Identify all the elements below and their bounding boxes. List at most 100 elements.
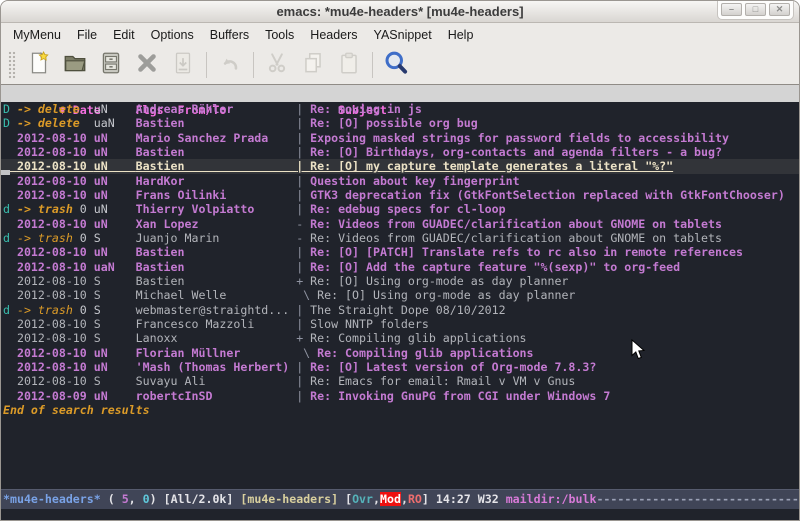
message-row[interactable]: 2012-08-10 S Michael Welle \ Re: [O] Usi… [1, 288, 799, 302]
subject: Re: Emacs for email: Rmail v VM v Gnus [310, 374, 575, 388]
message-row[interactable]: 2012-08-10 uN Xan Lopez - Re: Videos fro… [1, 217, 799, 231]
menu-file[interactable]: File [69, 25, 105, 45]
message-row[interactable]: 2012-08-10 uN Florian Müllner \ Re: Comp… [1, 346, 799, 360]
open-folder-icon [62, 50, 88, 81]
modeline-segment-7: [ [338, 492, 352, 506]
mark-label: -> trash [17, 231, 73, 245]
titlebar[interactable]: emacs: *mu4e-headers* [mu4e-headers] – □… [1, 1, 799, 23]
message-row[interactable]: d -> trash 0 S Juanjo Marin - Re: Videos… [1, 231, 799, 245]
close-button[interactable]: ✕ [769, 3, 790, 16]
message-row[interactable]: D -> delete uaN Bastien | Re: [O] possib… [1, 116, 799, 130]
modeline-segment-15: ---------------------------------------- [596, 492, 799, 506]
modeline-segment-2: 5 [122, 492, 129, 506]
mark-char [3, 274, 17, 288]
message-row[interactable]: d -> trash 0 S webmaster@straightd... | … [1, 303, 799, 317]
subject: The Straight Dope 08/10/2012 [310, 303, 505, 317]
toolbar-separator [206, 52, 207, 78]
modeline-segment-3: , [129, 492, 143, 506]
subject: Re: [O] Latest version of Org-mode 7.8.3… [310, 360, 596, 374]
toolbar-save-button[interactable] [93, 48, 129, 82]
toolbar-cut-button [259, 48, 295, 82]
from: Mario Sanchez Prada [136, 131, 297, 145]
mark-label: -> trash [17, 303, 73, 317]
flags: S [94, 331, 136, 345]
message-row[interactable]: 2012-08-10 uN Bastien | Re: [O] Birthday… [1, 145, 799, 159]
undo-icon [217, 50, 243, 81]
modeline-segment-5: ) [All/2.0k] [150, 492, 241, 506]
flags: S [94, 231, 136, 245]
new-file-icon [26, 50, 52, 81]
mark-char [3, 131, 17, 145]
message-row[interactable]: 2012-08-09 uN robertcInSD | Re: Invoking… [1, 389, 799, 403]
menu-buffers[interactable]: Buffers [202, 25, 257, 45]
subject: Question about key fingerprint [310, 174, 519, 188]
date: 2012-08-10 [17, 288, 94, 302]
save-icon [98, 50, 124, 81]
thread-connector: \ [296, 288, 317, 302]
mark-char: d [3, 231, 17, 245]
thread-connector: | [296, 102, 310, 116]
modeline-segment-8: Ovr [352, 492, 373, 506]
date: 2012-08-10 [17, 174, 94, 188]
menu-help[interactable]: Help [440, 25, 482, 45]
date: 2012-08-10 [17, 245, 94, 259]
subject: Re: Invoking GnuPG from CGI under Window… [310, 389, 610, 403]
message-row[interactable]: 2012-08-10 uN Mario Sanchez Prada | Expo… [1, 131, 799, 145]
mark-label: -> trash [17, 202, 73, 216]
message-row[interactable]: 2012-08-10 uN Bastien | Re: [O] [PATCH] … [1, 245, 799, 259]
message-row[interactable]: 2012-08-10 uN HardKor | Question about k… [1, 174, 799, 188]
message-row[interactable]: 2012-08-10 uaN Bastien | Re: [O] Add the… [1, 260, 799, 274]
toolbar-separator [253, 52, 254, 78]
message-row[interactable]: 2012-08-10 uN Bastien | Re: [O] my captu… [1, 159, 799, 173]
subject: Re: [O] Using org-mode as day planner [317, 288, 575, 302]
message-row[interactable]: 2012-08-10 uN Frans Oilinki | GTK3 depre… [1, 188, 799, 202]
flags: uN [94, 145, 136, 159]
toolbar-close-buffer-button[interactable] [129, 48, 165, 82]
message-row[interactable]: 2012-08-10 S Suvayu Ali | Re: Emacs for … [1, 374, 799, 388]
toolbar-new-file-button[interactable] [21, 48, 57, 82]
mark-char [3, 145, 17, 159]
column-header-line[interactable]: ▼ Date Flgs From/To Subject [1, 85, 799, 102]
subject: Re: [O] possible org bug [310, 116, 478, 130]
mark-label: -> delete [17, 116, 80, 130]
menu-mymenu[interactable]: MyMenu [5, 25, 69, 45]
paste-icon [336, 50, 362, 81]
message-row[interactable]: 2012-08-10 uN 'Mash (Thomas Herbert) | R… [1, 360, 799, 374]
date: 2012-08-10 [17, 131, 94, 145]
thread-connector: | [296, 174, 310, 188]
mark-char [3, 360, 17, 374]
message-row[interactable]: d -> trash 0 uN Thierry Volpiatto | Re: … [1, 202, 799, 216]
from: robertcInSD [136, 389, 297, 403]
toolbar-save-as-button [165, 48, 201, 82]
message-row[interactable]: 2012-08-10 S Bastien + Re: [O] Using org… [1, 274, 799, 288]
menu-edit[interactable]: Edit [105, 25, 143, 45]
maximize-icon: □ [753, 5, 758, 14]
menu-yasnippet[interactable]: YASnippet [366, 25, 440, 45]
menu-tools[interactable]: Tools [257, 25, 302, 45]
subject: Re: edebug specs for cl-loop [310, 202, 505, 216]
minimize-icon: – [729, 5, 734, 14]
flags: uN [94, 360, 136, 374]
toolbar-open-folder-button[interactable] [57, 48, 93, 82]
date: 2012-08-10 [17, 331, 94, 345]
date: 2012-08-10 [17, 188, 94, 202]
flags: uaN [94, 260, 136, 274]
mark-char [3, 374, 17, 388]
toolbar-grip[interactable] [8, 51, 16, 79]
flags: uaN [94, 116, 136, 130]
save-as-icon [170, 50, 196, 81]
echo-area [1, 509, 799, 520]
toolbar-search-button[interactable] [378, 48, 414, 82]
minimize-button[interactable]: – [721, 3, 742, 16]
message-row[interactable]: 2012-08-10 S Francesco Mazzoli | Slow NN… [1, 317, 799, 331]
mark-char [3, 331, 17, 345]
subject: Re: moving in js [310, 102, 422, 116]
menu-headers[interactable]: Headers [302, 25, 365, 45]
message-row[interactable]: 2012-08-10 S Lanoxx + Re: Compiling glib… [1, 331, 799, 345]
mu4e-headers-buffer: ▼ Date Flgs From/To Subject D -> delete … [1, 85, 799, 489]
message-row[interactable]: D -> delete uN Andreas Röhler | Re: movi… [1, 102, 799, 116]
window-controls: – □ ✕ [717, 1, 794, 20]
menu-options[interactable]: Options [143, 25, 202, 45]
maximize-button[interactable]: □ [745, 3, 766, 16]
thread-connector: | [296, 131, 310, 145]
